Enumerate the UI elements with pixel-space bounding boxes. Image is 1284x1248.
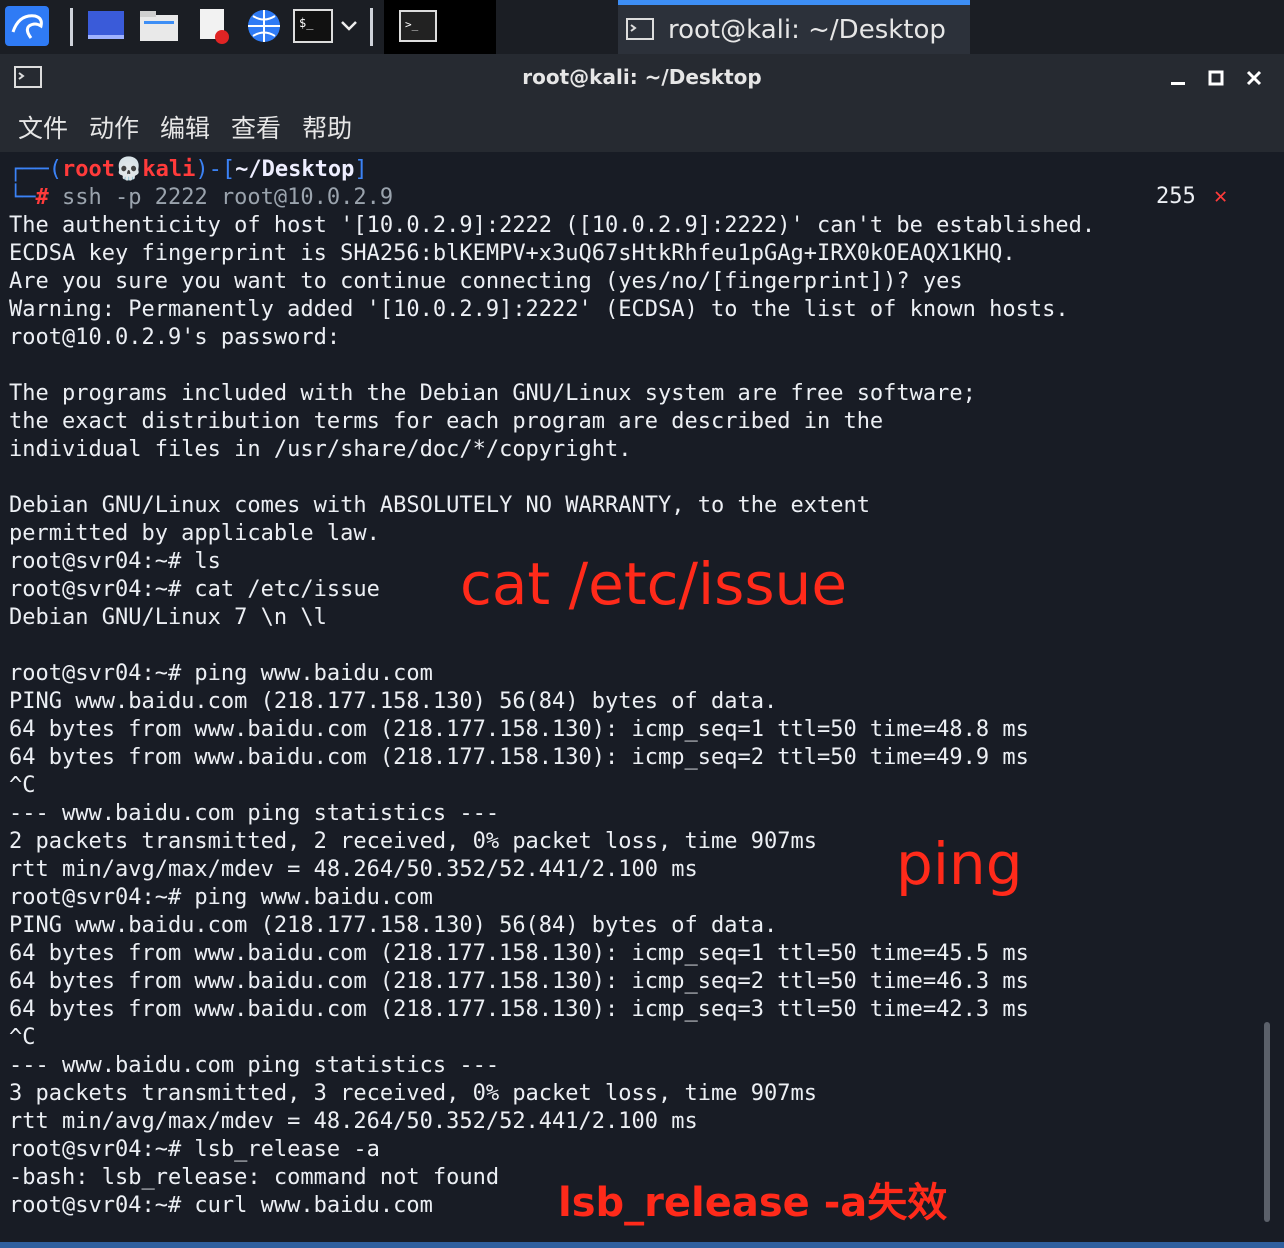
skull-icon: 💀 [114, 157, 143, 182]
taskbar: $_ >_ root@kali: ~/Desktop [0, 0, 1284, 54]
prompt-command: ssh -p 2222 root@10.0.2.9 [62, 185, 394, 210]
menu-view[interactable]: 查看 [231, 109, 281, 145]
terminal-line: root@svr04:~# ls [9, 549, 221, 574]
active-terminal-launcher[interactable]: >_ [384, 0, 496, 54]
terminal-line: 3 packets transmitted, 3 received, 0% pa… [9, 1081, 817, 1106]
menu-file[interactable]: 文件 [18, 109, 68, 145]
terminal-line: Debian GNU/Linux comes with ABSOLUTELY N… [9, 493, 870, 518]
terminal-line: root@svr04:~# curl www.baidu.com [9, 1193, 433, 1218]
terminal-line: root@svr04:~# ping www.baidu.com [9, 661, 433, 686]
maximize-button[interactable] [1202, 64, 1230, 92]
annotation-cat-issue: cat /etc/issue [460, 550, 847, 618]
terminal-line: --- www.baidu.com ping statistics --- [9, 801, 500, 826]
terminal-line: 2 packets transmitted, 2 received, 0% pa… [9, 829, 817, 854]
terminal-line: PING www.baidu.com (218.177.158.130) 56(… [9, 689, 778, 714]
menu-actions[interactable]: 动作 [89, 109, 139, 145]
terminal-line: root@svr04:~# cat /etc/issue [9, 577, 380, 602]
text-editor-icon[interactable] [194, 6, 234, 46]
terminal-line: --- www.baidu.com ping statistics --- [9, 1053, 500, 1078]
terminal-line: root@10.0.2.9's password: [9, 325, 341, 350]
terminal-line: ^C [9, 773, 36, 798]
terminal-line: 64 bytes from www.baidu.com (218.177.158… [9, 941, 1029, 966]
svg-text:$_: $_ [299, 16, 314, 30]
terminal-line: 64 bytes from www.baidu.com (218.177.158… [9, 745, 1029, 770]
prompt-dir: ~/Desktop [235, 157, 355, 182]
terminal-line: individual files in /usr/share/doc/*/cop… [9, 437, 632, 462]
terminal-line: The programs included with the Debian GN… [9, 381, 976, 406]
bottom-panel-edge [0, 1242, 1284, 1248]
terminal-line: root@svr04:~# ping www.baidu.com [9, 885, 433, 910]
workspace-icon[interactable] [86, 6, 126, 46]
error-x-icon: ✕ [1214, 184, 1228, 209]
window-titlebar[interactable]: root@kali: ~/Desktop [0, 54, 1284, 102]
terminal-line: The authenticity of host '[10.0.2.9]:222… [9, 213, 1096, 238]
annotation-lsb-release: lsb_release -a失效 [558, 1180, 948, 1226]
terminal-line: rtt min/avg/max/mdev = 48.264/50.352/52.… [9, 1109, 698, 1134]
terminal-line: ^C [9, 1025, 36, 1050]
web-browser-icon[interactable] [244, 6, 284, 46]
terminal-line: Warning: Permanently added '[10.0.2.9]:2… [9, 297, 1069, 322]
terminal-icon: >_ [398, 6, 438, 46]
minimize-button[interactable] [1164, 64, 1192, 92]
taskbar-window-title: root@kali: ~/Desktop [668, 14, 946, 45]
annotation-ping: ping [896, 830, 1023, 898]
terminal-line: the exact distribution terms for each pr… [9, 409, 884, 434]
svg-text:>_: >_ [405, 18, 419, 31]
scrollbar[interactable] [1264, 1022, 1270, 1222]
file-manager-icon[interactable] [138, 6, 180, 46]
terminal-text: The authenticity of host '[10.0.2.9]:222… [9, 212, 1095, 1220]
terminal-line: rtt min/avg/max/mdev = 48.264/50.352/52.… [9, 857, 698, 882]
close-button[interactable] [1240, 64, 1268, 92]
terminal-line: PING www.baidu.com (218.177.158.130) 56(… [9, 913, 778, 938]
terminal-line: -bash: lsb_release: command not found [9, 1165, 500, 1190]
window-title: root@kali: ~/Desktop [522, 65, 762, 89]
prompt-host: kali [142, 157, 196, 182]
terminal-line: ECDSA key fingerprint is SHA256:blKEMPV+… [9, 241, 1016, 266]
terminal-icon[interactable]: $_ [292, 6, 334, 46]
prompt-user: root [61, 157, 115, 182]
exit-code: 255 [1156, 184, 1196, 209]
menu-bar: 文件 动作 编辑 查看 帮助 [0, 102, 1284, 152]
taskbar-window-button[interactable]: root@kali: ~/Desktop [618, 0, 970, 54]
terminal-line: 64 bytes from www.baidu.com (218.177.158… [9, 717, 1029, 742]
menu-edit[interactable]: 编辑 [160, 109, 210, 145]
terminal-line: 64 bytes from www.baidu.com (218.177.158… [9, 969, 1029, 994]
terminal-icon [626, 17, 654, 40]
terminal-output[interactable]: ┌──(root💀kali)-[~/Desktop] └─# ssh -p 22… [0, 152, 1284, 1242]
taskbar-separator [70, 8, 73, 46]
terminal-line: root@svr04:~# lsb_release -a [9, 1137, 380, 1162]
kali-dragon-icon[interactable] [4, 6, 50, 46]
menu-help[interactable]: 帮助 [302, 109, 352, 145]
prompt-line-2: └─# ssh -p 2222 root@10.0.2.9 [9, 185, 394, 210]
terminal-line: Debian GNU/Linux 7 \n \l [9, 605, 327, 630]
prompt-line-1: ┌──(root💀kali)-[~/Desktop] [9, 157, 368, 182]
chevron-down-icon[interactable] [338, 6, 360, 46]
taskbar-separator [370, 8, 373, 46]
terminal-line: 64 bytes from www.baidu.com (218.177.158… [9, 997, 1029, 1022]
terminal-line: permitted by applicable law. [9, 521, 380, 546]
terminal-line: Are you sure you want to continue connec… [9, 269, 963, 294]
